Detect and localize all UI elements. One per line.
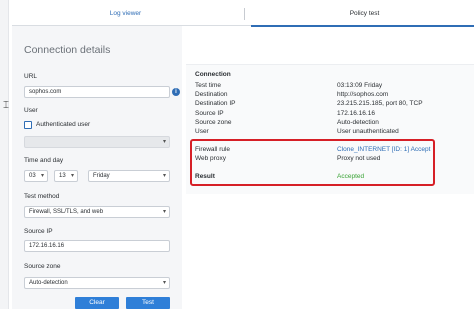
result-row-value: 23.215.215.185, port 80, TCP [337,100,423,107]
url-label: URL [24,73,38,80]
minute-value: 13 [59,173,66,179]
connection-heading: Connection [195,71,231,78]
result-row-value: 172.16.16.16 [337,110,375,117]
chevron-down-icon: ▾ [162,173,166,179]
tab-policy-test[interactable]: Policy test [251,2,474,27]
day-value: Friday [93,173,110,179]
chevron-down-icon: ▾ [162,139,166,145]
chevron-down-icon: ▾ [162,209,166,215]
time-and-day-label: Time and day [24,157,64,164]
minute-select[interactable]: 13 ▾ [54,170,78,182]
result-row-label: Destination IP [195,100,236,107]
source-zone-value: Auto-detection [29,280,68,286]
user-select[interactable]: ▾ [24,136,170,148]
result-row-label: Source zone [195,119,232,126]
test-button[interactable]: Test [126,297,170,309]
chevron-down-icon: ▾ [70,173,74,179]
result-row-value: 03:13:09 Friday [337,82,383,89]
result-row-label: Destination [195,91,228,98]
result-row-label: Source IP [195,110,224,117]
hour-value: 03 [29,173,36,179]
mouse-cursor-icon: ⌶ [3,100,9,111]
tab-log-viewer[interactable]: Log viewer [12,2,239,26]
highlight-box [190,139,435,186]
source-ip-label: Source IP [24,228,53,235]
result-row-value: Auto-detection [337,119,379,126]
hour-select[interactable]: 03 ▾ [24,170,48,182]
result-row-label: Test time [195,82,222,89]
source-zone-label: Source zone [24,263,61,270]
url-input[interactable]: sophos.com [24,86,170,98]
user-label: User [24,107,38,114]
authenticated-user-checkbox[interactable] [24,121,32,129]
result-row-value: http://sophos.com [337,91,389,98]
result-row-value: User unauthenticated [337,128,399,135]
tab-bar: Log viewer Policy test [12,2,474,27]
result-row-label: User [195,128,209,135]
test-method-label: Test method [24,193,60,200]
panel-title: Connection details [24,44,111,56]
tab-divider [244,8,245,20]
source-ip-input[interactable]: 172.16.16.16 [24,240,170,252]
chevron-down-icon: ▾ [40,173,44,179]
authenticated-user-label: Authenticated user [36,121,91,128]
test-method-select[interactable]: Firewall, SSL/TLS, and web ▾ [24,206,170,218]
left-gutter [0,0,9,309]
test-method-value: Firewall, SSL/TLS, and web [29,209,104,215]
info-icon[interactable]: i [172,88,180,96]
source-zone-select[interactable]: Auto-detection ▾ [24,277,170,289]
clear-button[interactable]: Clear [75,297,119,309]
chevron-down-icon: ▾ [162,280,166,286]
day-select[interactable]: Friday ▾ [88,170,170,182]
